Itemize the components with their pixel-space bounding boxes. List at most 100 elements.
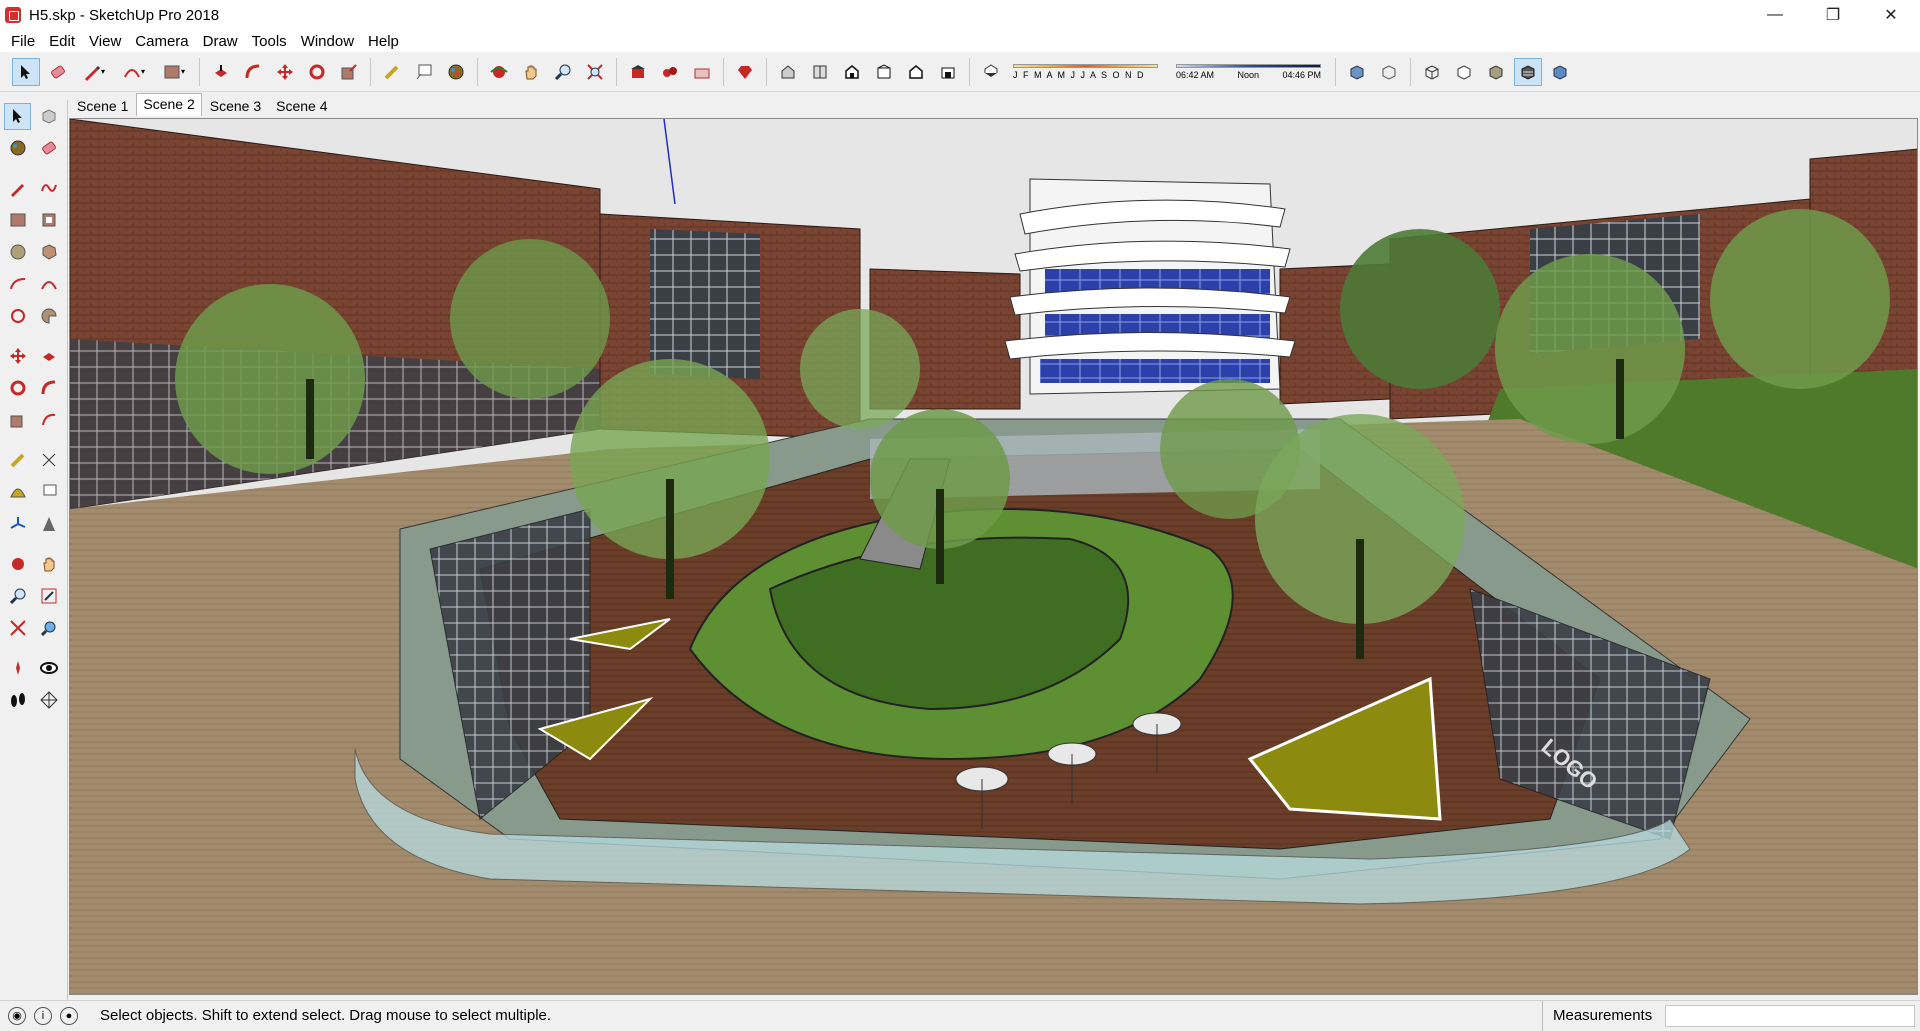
xray-style-button[interactable] [1343, 58, 1371, 86]
follow-me-tool-button[interactable] [239, 58, 267, 86]
components-3d-button[interactable] [656, 58, 684, 86]
scale-icon [10, 415, 22, 428]
palette-axes-button[interactable] [4, 511, 31, 538]
back-view-button[interactable] [902, 58, 930, 86]
back-edges-style-button[interactable] [1375, 58, 1403, 86]
palette-scale-button[interactable] [4, 407, 31, 434]
share-model-button[interactable] [688, 58, 716, 86]
palette-protractor-button[interactable] [4, 479, 31, 506]
palette-eraser-button[interactable] [35, 135, 62, 162]
palette-arc-button[interactable] [4, 271, 31, 298]
palette-walk-button[interactable] [4, 687, 31, 714]
rotate-tool-button[interactable] [303, 58, 331, 86]
restore-button[interactable]: ❐ [1804, 0, 1862, 30]
palette-freehand-button[interactable] [35, 175, 62, 202]
line-tool-button[interactable]: ▾ [76, 58, 112, 86]
left-view-button[interactable] [934, 58, 962, 86]
arc-tool-button[interactable]: ▾ [116, 58, 152, 86]
select-tool-button[interactable] [12, 57, 40, 86]
palette-polygon-button[interactable] [35, 239, 62, 266]
palette-dimension-button[interactable] [35, 447, 62, 474]
wireframe-style-button[interactable] [1418, 58, 1446, 86]
palette-line-button[interactable] [4, 175, 31, 202]
text-tool-button[interactable] [410, 58, 438, 86]
footprints-icon [10, 693, 25, 707]
palette-look-around-button[interactable] [35, 655, 62, 682]
palette-3point-arc-button[interactable] [4, 303, 31, 330]
palette-move-button[interactable] [4, 343, 31, 370]
scale-tool-button[interactable] [335, 58, 363, 86]
monochrome-style-button[interactable] [1546, 58, 1574, 86]
model-viewport[interactable]: LOGO [69, 118, 1918, 995]
palette-offset-button[interactable] [35, 407, 62, 434]
palette-previous-view-button[interactable] [35, 615, 62, 642]
menu-help[interactable]: Help [361, 33, 406, 50]
palette-rotate-button[interactable] [4, 375, 31, 402]
info-icon[interactable]: i [34, 1006, 52, 1025]
push-pull-tool-button[interactable] [207, 58, 235, 86]
orbit-tool-button[interactable] [485, 58, 513, 86]
menu-draw[interactable]: Draw [196, 33, 245, 50]
measurements-input[interactable] [1665, 1005, 1915, 1027]
shaded-style-button[interactable] [1482, 58, 1510, 86]
palette-section-plane-button[interactable] [35, 687, 62, 714]
menu-view[interactable]: View [82, 33, 128, 50]
shadows-toggle-button[interactable] [977, 58, 1005, 86]
move-tool-button[interactable] [271, 58, 299, 86]
scene-tab-1[interactable]: Scene 1 [70, 95, 135, 116]
front-view-button[interactable] [838, 58, 866, 86]
scene-tab-4[interactable]: Scene 4 [269, 95, 334, 116]
user-account-icon[interactable]: ● [60, 1006, 78, 1025]
palette-zoom-extents-button[interactable] [4, 615, 31, 642]
palette-text-button[interactable] [35, 479, 62, 506]
pan-tool-button[interactable] [517, 58, 545, 86]
palette-paint-bucket-button[interactable] [4, 135, 31, 162]
palette-orbit-button[interactable] [4, 551, 31, 578]
palette-pie-button[interactable] [35, 303, 62, 330]
iso-view-button[interactable] [774, 58, 802, 86]
palette-tape-measure-button[interactable] [4, 447, 31, 474]
shadow-date-slider[interactable]: J F M A M J J A S O N D [1013, 63, 1158, 80]
model-render[interactable]: LOGO [70, 119, 1918, 995]
menu-file[interactable]: File [4, 33, 42, 50]
shape-tool-button[interactable]: ▾ [156, 58, 192, 86]
months-text: J F M A M J J A S O N D [1013, 69, 1144, 80]
palette-pan-button[interactable] [35, 551, 62, 578]
menu-edit[interactable]: Edit [42, 33, 82, 50]
extension-warehouse-button[interactable] [731, 58, 759, 86]
palette-select-button[interactable] [4, 102, 31, 130]
tape-measure-tool-button[interactable] [378, 58, 406, 86]
time-start-label: 06:42 AM [1176, 69, 1215, 80]
scene-tab-2[interactable]: Scene 2 [136, 93, 202, 116]
paint-bucket-tool-button[interactable] [442, 58, 470, 86]
zoom-extents-tool-button[interactable] [581, 58, 609, 86]
menu-camera[interactable]: Camera [128, 33, 195, 50]
geo-location-icon[interactable]: ◉ [8, 1006, 26, 1025]
close-button[interactable]: ✕ [1862, 0, 1920, 30]
shadow-time-slider[interactable]: 06:42 AM Noon 04:46 PM [1176, 63, 1321, 80]
palette-position-camera-button[interactable] [4, 655, 31, 682]
palette-make-component-button[interactable] [35, 103, 62, 130]
right-view-button[interactable] [870, 58, 898, 86]
palette-rectangle-button[interactable] [4, 207, 31, 234]
hidden-line-style-button[interactable] [1450, 58, 1478, 86]
time-gradient-bar[interactable] [1176, 63, 1321, 68]
scene-tab-3[interactable]: Scene 3 [203, 95, 268, 116]
palette-3d-text-button[interactable] [35, 511, 62, 538]
shaded-textures-style-button[interactable] [1514, 57, 1542, 86]
palette-follow-me-button[interactable] [35, 375, 62, 402]
menu-window[interactable]: Window [294, 33, 361, 50]
menu-tools[interactable]: Tools [245, 33, 294, 50]
palette-zoom-window-button[interactable] [35, 583, 62, 610]
warehouse-button[interactable] [624, 58, 652, 86]
palette-zoom-button[interactable] [4, 583, 31, 610]
month-gradient-bar[interactable] [1013, 63, 1158, 68]
palette-circle-button[interactable] [4, 239, 31, 266]
palette-rotated-rectangle-button[interactable] [35, 207, 62, 234]
eraser-tool-button[interactable] [44, 58, 72, 86]
palette-2point-arc-button[interactable] [35, 271, 62, 298]
zoom-tool-button[interactable] [549, 58, 577, 86]
minimize-button[interactable]: — [1746, 0, 1804, 30]
palette-push-pull-button[interactable] [35, 343, 62, 370]
top-view-button[interactable] [806, 58, 834, 86]
